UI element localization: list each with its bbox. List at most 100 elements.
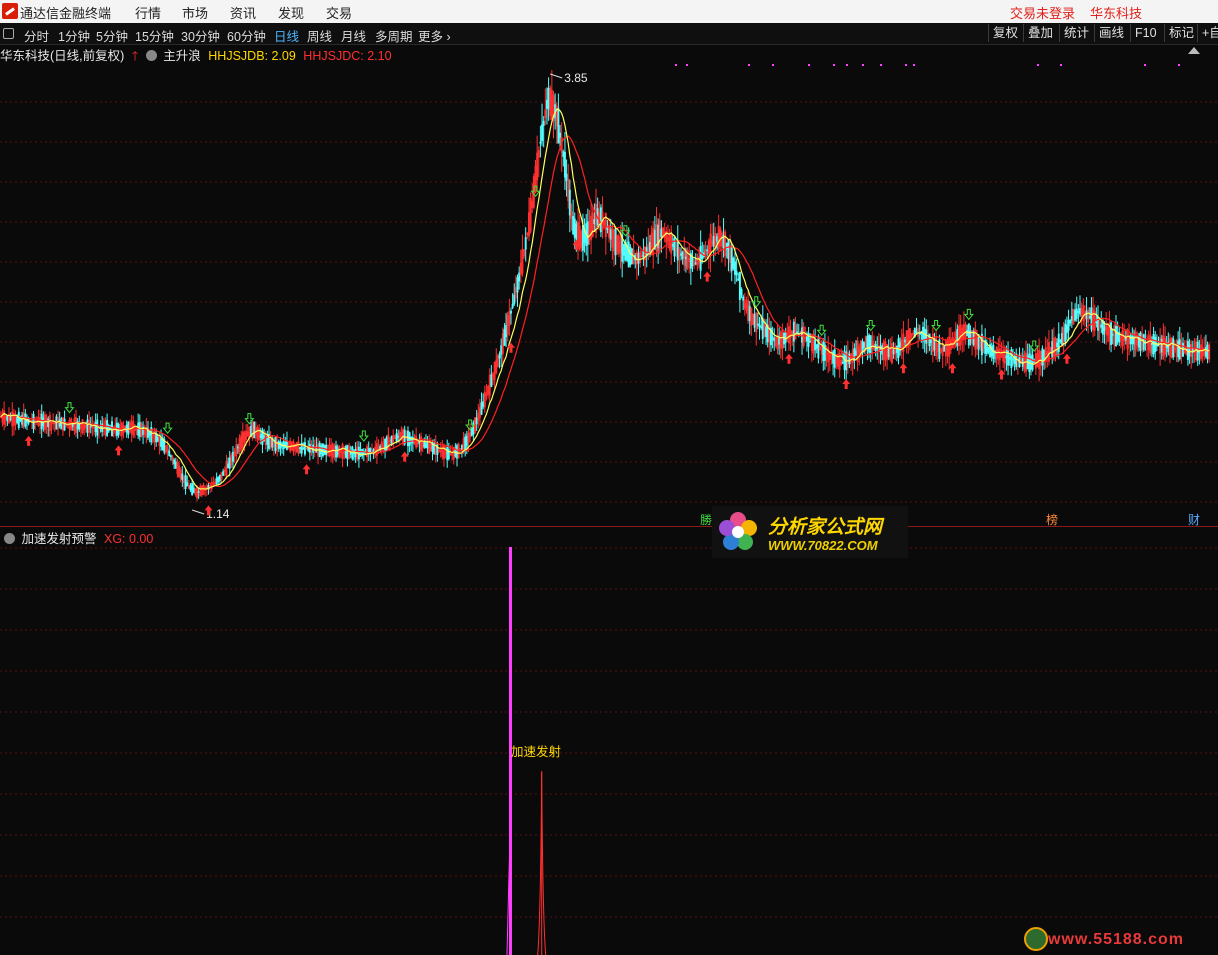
- candle-body: [671, 244, 674, 247]
- signal-chart[interactable]: 加速发射: [0, 544, 1218, 955]
- candle-body: [1021, 356, 1024, 367]
- app-title: 通达信金融终端: [20, 6, 112, 21]
- period-daily[interactable]: 日线: [274, 26, 299, 45]
- candle-body: [730, 246, 733, 272]
- candle-body: [259, 434, 262, 438]
- candlestick-chart[interactable]: 3.851.14 勝榜财: [0, 62, 1218, 526]
- candle-body: [562, 151, 565, 157]
- candle-body: [6, 415, 9, 422]
- stock-name-link[interactable]: 华东科技: [1090, 3, 1142, 22]
- candle-body: [892, 349, 895, 355]
- login-status-link[interactable]: 交易未登录: [1010, 3, 1075, 22]
- candle-body: [505, 325, 508, 338]
- menu-hangqing[interactable]: 行情: [135, 3, 161, 22]
- candle-body: [805, 336, 808, 342]
- period-monthly[interactable]: 月线: [341, 26, 366, 45]
- period-15min[interactable]: 15分钟: [135, 26, 174, 45]
- candle-body: [1188, 344, 1191, 357]
- candle-body: [184, 474, 187, 490]
- candle-body: [568, 189, 571, 216]
- candle-body: [915, 330, 918, 333]
- candle-body: [732, 257, 735, 269]
- candle-body: [706, 249, 709, 252]
- candle-body: [390, 435, 393, 444]
- biaoji-button[interactable]: 标记: [1164, 24, 1198, 42]
- candle-body: [1139, 332, 1142, 351]
- period-60min[interactable]: 60分钟: [227, 26, 266, 45]
- period-multi[interactable]: 多周期: [375, 26, 413, 45]
- candle-body: [89, 425, 92, 428]
- candle-body: [691, 257, 694, 267]
- huaxian-button[interactable]: 画线: [1094, 24, 1128, 42]
- fuquan-button[interactable]: 复权: [988, 24, 1022, 42]
- candle-body: [384, 438, 387, 451]
- period-fenshi[interactable]: 分时: [24, 26, 49, 45]
- menu-zixun[interactable]: 资讯: [230, 3, 256, 22]
- tongji-button[interactable]: 统计: [1059, 24, 1093, 42]
- period-more[interactable]: 更多 ›: [418, 26, 451, 45]
- period-toolbar: 分时 1分钟 5分钟 15分钟 30分钟 60分钟 日线 周线 月线 多周期 更…: [0, 23, 1218, 45]
- candle-body: [16, 416, 19, 423]
- candle-body: [215, 477, 218, 485]
- candle-body: [449, 453, 452, 456]
- candle-body: [518, 272, 521, 282]
- candle-body: [848, 353, 851, 365]
- candle-body: [168, 450, 171, 457]
- candle-body: [629, 246, 632, 265]
- candle-body: [694, 262, 697, 265]
- candle-body: [778, 337, 781, 345]
- candle-body: [227, 463, 230, 469]
- period-1min[interactable]: 1分钟: [58, 26, 90, 45]
- menu-jiaoyi[interactable]: 交易: [326, 3, 352, 22]
- candle-body: [218, 474, 221, 481]
- candle-body: [1031, 354, 1034, 370]
- candle-body: [773, 338, 776, 342]
- period-weekly[interactable]: 周线: [307, 26, 332, 45]
- menu-faxian[interactable]: 发现: [278, 3, 304, 22]
- candle-body: [792, 321, 795, 342]
- candle-body: [513, 294, 516, 305]
- candle-body: [395, 433, 398, 442]
- sub-dropdown-circle-icon[interactable]: [4, 533, 15, 544]
- min-pointer: [191, 509, 205, 515]
- f10-button[interactable]: F10: [1130, 24, 1161, 42]
- candle-body: [174, 461, 177, 469]
- candle-body: [1007, 349, 1010, 366]
- sell-arrow-icon: [358, 430, 369, 442]
- candle-body: [1115, 326, 1117, 347]
- candle-body: [809, 340, 812, 343]
- candle-body: [472, 422, 475, 435]
- candle-body: [1005, 355, 1008, 359]
- candle-body: [303, 442, 306, 455]
- candle-body: [814, 339, 817, 351]
- candle-body: [815, 344, 818, 349]
- candle-body: [197, 491, 200, 493]
- candle-body: [866, 336, 869, 350]
- diejia-button[interactable]: 叠加: [1023, 24, 1057, 42]
- period-5min[interactable]: 5分钟: [96, 26, 128, 45]
- candle-body: [753, 313, 756, 328]
- sell-arrow-icon: [963, 308, 974, 321]
- watermark-site-name: 分析家公式网: [768, 517, 883, 538]
- candle-body: [253, 421, 256, 439]
- candle-body: [1150, 343, 1153, 345]
- period-30min[interactable]: 30分钟: [181, 26, 220, 45]
- candle-body: [465, 435, 468, 447]
- panel-toggle-icon[interactable]: [3, 28, 14, 39]
- candle-body: [1137, 335, 1140, 348]
- event-dot: [913, 64, 915, 66]
- event-dot: [808, 64, 810, 66]
- candle-body: [155, 433, 158, 443]
- menu-shichang[interactable]: 市场: [182, 3, 208, 22]
- candle-body: [735, 271, 738, 276]
- candle-body: [426, 443, 429, 449]
- expand-icon[interactable]: [1188, 47, 1200, 54]
- event-dot: [675, 64, 677, 66]
- candle-body: [524, 237, 527, 250]
- buy-arrow-icon: [784, 353, 793, 364]
- title-bar: 通达信金融终端 行情 市场 资讯 发现 交易 交易未登录 华东科技: [0, 0, 1218, 23]
- buy-arrow-icon: [506, 342, 515, 353]
- candle-body: [475, 417, 478, 425]
- zixuan-button[interactable]: +自: [1197, 24, 1218, 42]
- dropdown-circle-icon[interactable]: [145, 50, 157, 61]
